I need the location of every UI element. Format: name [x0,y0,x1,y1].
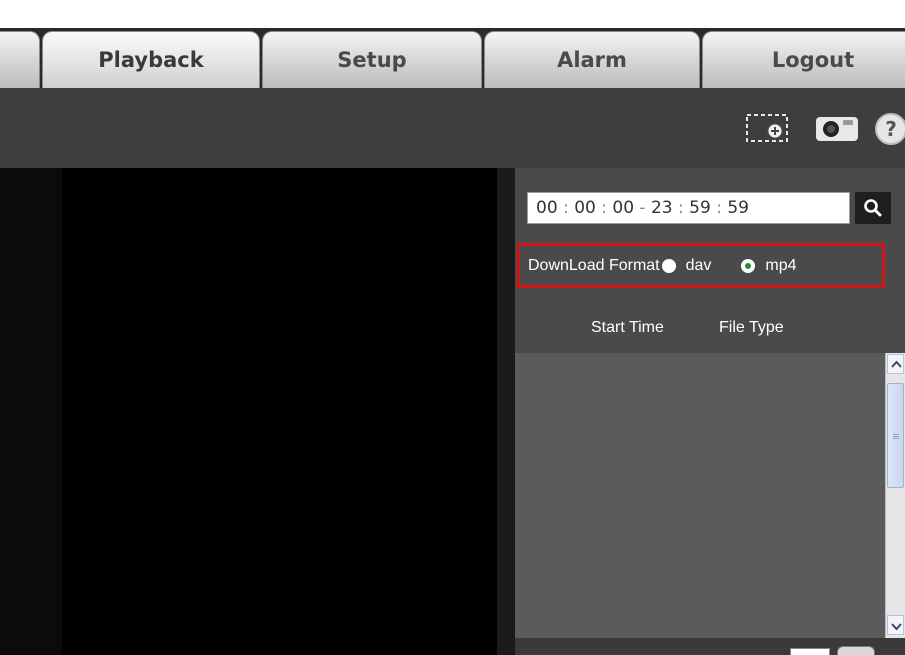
tab-alarm[interactable]: Alarm [484,31,700,88]
snapshot-icon[interactable] [815,114,859,142]
tab-setup-label: Setup [337,48,407,72]
video-left-edge [0,168,62,655]
start-second[interactable]: 00 [612,198,634,218]
tab-previous[interactable] [0,31,40,88]
download-format-row: DownLoad Format dav mp4 [517,243,885,288]
tab-logout[interactable]: Logout [702,31,905,88]
help-icon[interactable]: ? [873,111,905,147]
tab-bar: Playback Setup Alarm Logout [0,28,905,88]
scroll-thumb[interactable] [887,383,904,488]
column-file-type[interactable]: File Type [719,319,784,337]
search-icon [864,199,882,217]
format-option-mp4[interactable]: mp4 [765,257,796,275]
file-list-header: Start Time File Type [515,303,905,353]
file-list-scrollbar[interactable] [885,353,905,638]
search-button[interactable] [855,192,891,224]
end-second[interactable]: 59 [727,198,749,218]
video-viewport[interactable] [0,168,515,655]
range-dash: - [639,198,646,218]
time-range-input[interactable]: 00 : 00 : 00 - 23 : 59 : 59 [527,192,850,224]
time-separator: : [716,198,722,218]
format-radio-dav[interactable] [661,258,676,273]
column-start-time[interactable]: Start Time [591,319,664,337]
download-format-label: DownLoad Format [528,256,660,274]
zoom-in-icon[interactable] [745,113,789,143]
page-number-input[interactable] [790,648,830,655]
time-separator: : [678,198,684,218]
video-divider [497,168,515,655]
playback-panel: 00 : 00 : 00 - 23 : 59 : 59 DownLoad For… [515,168,905,655]
scroll-down-button[interactable] [887,615,904,635]
tab-playback-label: Playback [98,48,204,72]
tab-playback[interactable]: Playback [42,31,260,88]
time-separator: : [601,198,607,218]
toolbar: ? [0,88,905,168]
chevron-down-icon [891,623,902,631]
page-go-button[interactable] [837,646,875,655]
tab-logout-label: Logout [771,48,855,72]
scroll-up-button[interactable] [887,354,904,374]
app-window: Playback Setup Alarm Logout ? 00 : 00: … [0,0,905,655]
end-minute[interactable]: 59 [689,198,711,218]
file-list[interactable] [515,353,885,638]
format-radio-mp4[interactable] [741,258,756,273]
top-strip [0,0,905,28]
start-hour[interactable]: 00 [536,198,558,218]
scroll-grip [893,434,899,435]
svg-text:?: ? [885,117,897,141]
format-option-dav[interactable]: dav [686,257,712,275]
tab-alarm-label: Alarm [557,48,627,72]
time-separator: : [563,198,569,218]
end-hour[interactable]: 23 [651,198,673,218]
start-minute[interactable]: 00 [574,198,596,218]
tab-setup[interactable]: Setup [262,31,482,88]
chevron-up-icon [891,360,902,368]
